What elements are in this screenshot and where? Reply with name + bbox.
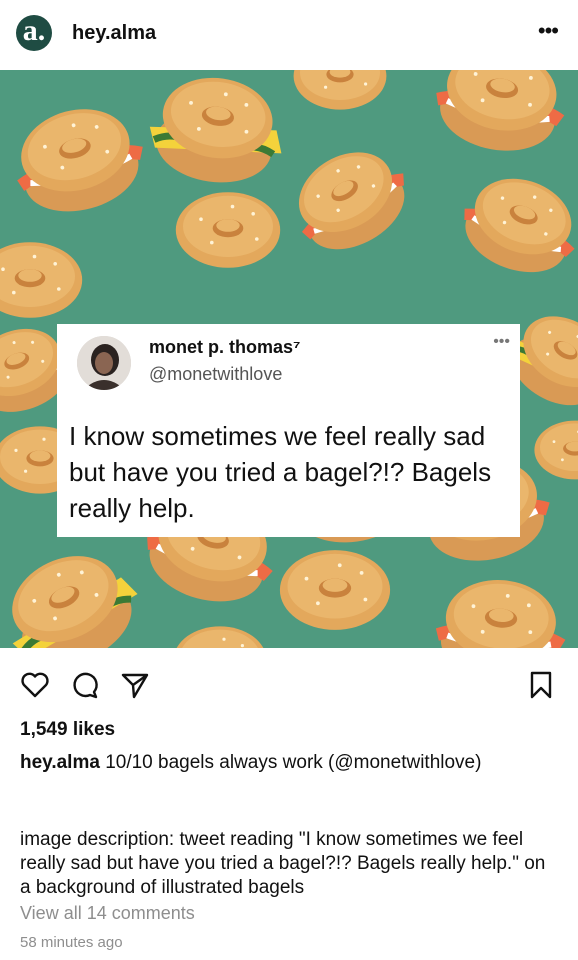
tweet-handle: @monetwithlove (149, 364, 283, 384)
view-comments-link[interactable]: View all 14 comments (20, 903, 195, 924)
account-name[interactable]: hey.alma (72, 22, 156, 45)
post-caption: hey.alma 10/10 bagels always work (@mone… (20, 751, 560, 775)
avatar-logo-letter: a. (22, 14, 46, 47)
send-icon[interactable] (120, 670, 150, 700)
tweet-card: monet p. thomas⁷ @monetwithlove ••• I kn… (57, 324, 520, 537)
post-header: a. hey.alma ••• (0, 0, 578, 70)
account-avatar[interactable]: a. (16, 15, 52, 51)
likes-count[interactable]: 1,549 likes (20, 719, 115, 741)
tweet-more-icon: ••• (493, 333, 510, 350)
image-description: image description: tweet reading "I know… (20, 829, 546, 898)
tweet-display-name: monet p. thomas⁷ (149, 337, 301, 357)
more-options-icon[interactable]: ••• (538, 20, 559, 42)
bookmark-icon[interactable] (526, 670, 556, 700)
post-actions-bar (0, 648, 578, 718)
post-timestamp: 58 minutes ago (20, 934, 123, 951)
post-image[interactable]: monet p. thomas⁷ @monetwithlove ••• I kn… (0, 70, 578, 648)
tweet-author-avatar (77, 336, 131, 390)
tweet-text: I know sometimes we feel really sad but … (69, 421, 492, 523)
caption-username[interactable]: hey.alma (20, 752, 100, 773)
heart-icon[interactable] (20, 670, 50, 700)
comment-icon[interactable] (70, 670, 100, 700)
caption-text: 10/10 bagels always work (@monetwithlove… (105, 752, 482, 773)
